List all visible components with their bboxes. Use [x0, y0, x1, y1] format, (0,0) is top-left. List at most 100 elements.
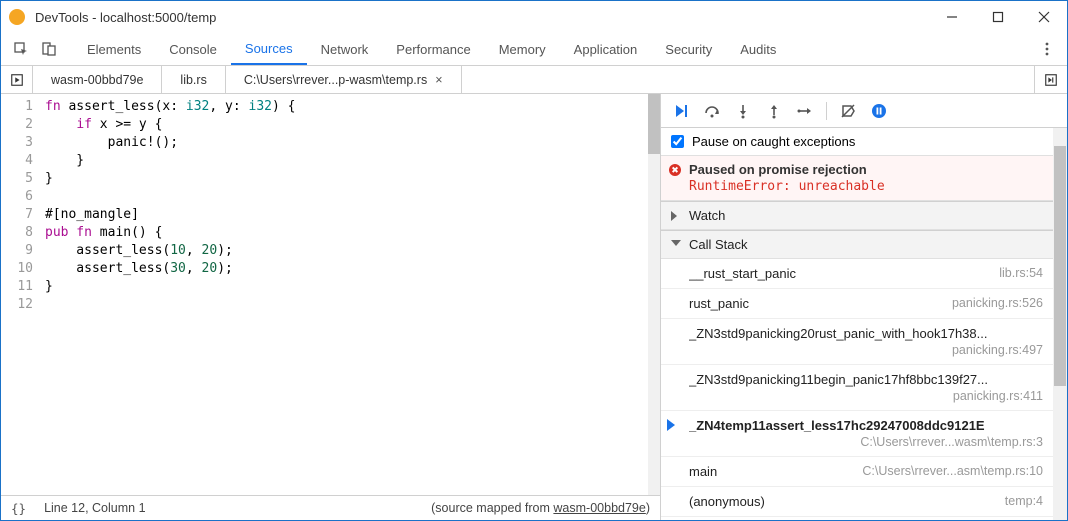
source-map-info: (source mapped from wasm-00bbd79e): [431, 501, 650, 515]
run-snippet-button[interactable]: [1035, 66, 1067, 93]
device-mode-button[interactable]: [35, 35, 63, 63]
inspect-element-button[interactable]: [7, 35, 35, 63]
tab-security[interactable]: Security: [651, 33, 726, 65]
tab-memory[interactable]: Memory: [485, 33, 560, 65]
callstack-frame[interactable]: __rust_start_paniclib.rs:54: [661, 259, 1053, 289]
paused-reason: Paused on promise rejection: [689, 162, 1043, 177]
file-tab[interactable]: lib.rs: [162, 66, 225, 93]
line-number[interactable]: 6: [1, 188, 33, 206]
line-number[interactable]: 10: [1, 260, 33, 278]
frame-location[interactable]: lib.rs:54: [999, 266, 1043, 280]
paused-status-panel: ✖ Paused on promise rejection RuntimeErr…: [661, 156, 1053, 201]
frame-function: _ZN3std9panicking20rust_panic_with_hook1…: [689, 326, 1043, 341]
frame-location[interactable]: panicking.rs:526: [952, 296, 1043, 310]
pause-on-caught-checkbox-row[interactable]: Pause on caught exceptions: [661, 128, 1053, 156]
line-number[interactable]: 4: [1, 152, 33, 170]
chevron-down-icon: [671, 240, 681, 246]
editor-statusbar: {} Line 12, Column 1 (source mapped from…: [1, 495, 660, 520]
window-titlebar: DevTools - localhost:5000/temp: [1, 1, 1067, 33]
file-tab-label: C:\Users\rrever...p-wasm\temp.rs: [244, 73, 427, 87]
resume-button[interactable]: [667, 97, 695, 125]
frame-location[interactable]: C:\Users\rrever...wasm\temp.rs:3: [689, 435, 1043, 449]
kebab-menu-button[interactable]: [1033, 35, 1061, 63]
watch-section-header[interactable]: Watch: [661, 201, 1053, 230]
code-line[interactable]: fn assert_less(x: i32, y: i32) {: [45, 98, 648, 116]
code-line[interactable]: assert_less(10, 20);: [45, 242, 648, 260]
line-gutter: 123456789101112: [1, 94, 39, 495]
devtools-tabbar: ElementsConsoleSourcesNetworkPerformance…: [1, 33, 1067, 66]
frame-location[interactable]: C:\Users\rrever...asm\temp.rs:10: [862, 464, 1043, 478]
window-title: DevTools - localhost:5000/temp: [35, 10, 929, 25]
file-tab[interactable]: C:\Users\rrever...p-wasm\temp.rs ×: [226, 66, 462, 93]
close-icon[interactable]: ×: [435, 73, 442, 87]
pause-on-exceptions-button[interactable]: [865, 97, 893, 125]
line-number[interactable]: 11: [1, 278, 33, 296]
line-number[interactable]: 8: [1, 224, 33, 242]
tab-audits[interactable]: Audits: [726, 33, 790, 65]
line-number[interactable]: 1: [1, 98, 33, 116]
line-number[interactable]: 12: [1, 296, 33, 314]
tab-elements[interactable]: Elements: [73, 33, 155, 65]
line-number[interactable]: 9: [1, 242, 33, 260]
code-line[interactable]: panic!();: [45, 134, 648, 152]
deactivate-breakpoints-button[interactable]: [834, 97, 862, 125]
step-button[interactable]: [791, 97, 819, 125]
error-icon: ✖: [669, 164, 681, 176]
code-line[interactable]: pub fn main() {: [45, 224, 648, 242]
paused-detail: RuntimeError: unreachable: [689, 179, 1043, 194]
window-minimize-button[interactable]: [929, 1, 975, 33]
app-icon: [9, 9, 25, 25]
line-number[interactable]: 3: [1, 134, 33, 152]
tab-network[interactable]: Network: [307, 33, 383, 65]
source-code-editor[interactable]: 123456789101112 fn assert_less(x: i32, y…: [1, 94, 660, 495]
pause-on-caught-label: Pause on caught exceptions: [692, 134, 855, 149]
file-tab[interactable]: wasm-00bbd79e: [33, 66, 162, 93]
frame-location[interactable]: panicking.rs:411: [689, 389, 1043, 403]
code-line[interactable]: }: [45, 278, 648, 296]
step-over-button[interactable]: [698, 97, 726, 125]
step-into-button[interactable]: [729, 97, 757, 125]
window-maximize-button[interactable]: [975, 1, 1021, 33]
source-map-link[interactable]: wasm-00bbd79e: [553, 501, 645, 515]
callstack-section-header[interactable]: Call Stack: [661, 230, 1053, 259]
frame-function: __rust_start_panic: [689, 266, 1043, 281]
callstack-frame[interactable]: _ZN4temp11assert_less17hc29247008ddc9121…: [661, 411, 1053, 457]
line-number[interactable]: 2: [1, 116, 33, 134]
code-line[interactable]: if x >= y {: [45, 116, 648, 134]
callstack-frame[interactable]: _ZN3std9panicking11begin_panic17hf8bbc13…: [661, 365, 1053, 411]
pause-on-caught-checkbox[interactable]: [671, 135, 684, 148]
line-number[interactable]: 5: [1, 170, 33, 188]
tab-sources[interactable]: Sources: [231, 33, 307, 65]
navigator-toggle-button[interactable]: [1, 66, 33, 93]
code-line[interactable]: }: [45, 170, 648, 188]
frame-function: (anonymous): [689, 494, 1043, 509]
callstack-frame[interactable]: rust_panicpanicking.rs:526: [661, 289, 1053, 319]
file-tab-label: wasm-00bbd79e: [51, 73, 143, 87]
frame-function: _ZN4temp11assert_less17hc29247008ddc9121…: [689, 418, 1043, 433]
right-panel-scrollbar[interactable]: [1053, 128, 1067, 520]
window-close-button[interactable]: [1021, 1, 1067, 33]
frame-location[interactable]: temp:4: [1005, 494, 1043, 508]
tab-console[interactable]: Console: [155, 33, 231, 65]
frame-location[interactable]: panicking.rs:497: [689, 343, 1043, 357]
code-line[interactable]: [45, 188, 648, 206]
file-tabbar: wasm-00bbd79elib.rsC:\Users\rrever...p-w…: [1, 66, 1067, 94]
tab-performance[interactable]: Performance: [382, 33, 484, 65]
async-separator: Promise.then (async): [661, 517, 1053, 520]
code-line[interactable]: assert_less(30, 20);: [45, 260, 648, 278]
current-frame-arrow-icon: [667, 419, 675, 431]
tab-application[interactable]: Application: [560, 33, 652, 65]
step-out-button[interactable]: [760, 97, 788, 125]
callstack-frame[interactable]: mainC:\Users\rrever...asm\temp.rs:10: [661, 457, 1053, 487]
cursor-position: Line 12, Column 1: [44, 501, 145, 515]
code-line[interactable]: #[no_mangle]: [45, 206, 648, 224]
callstack-frame[interactable]: _ZN3std9panicking20rust_panic_with_hook1…: [661, 319, 1053, 365]
code-line[interactable]: }: [45, 152, 648, 170]
code-line[interactable]: [45, 296, 648, 314]
debugger-toolbar: [661, 94, 1067, 128]
frame-function: _ZN3std9panicking11begin_panic17hf8bbc13…: [689, 372, 1043, 387]
line-number[interactable]: 7: [1, 206, 33, 224]
callstack-frame[interactable]: (anonymous)temp:4: [661, 487, 1053, 517]
editor-scrollbar[interactable]: [648, 94, 660, 495]
pretty-print-button[interactable]: {}: [11, 501, 26, 516]
